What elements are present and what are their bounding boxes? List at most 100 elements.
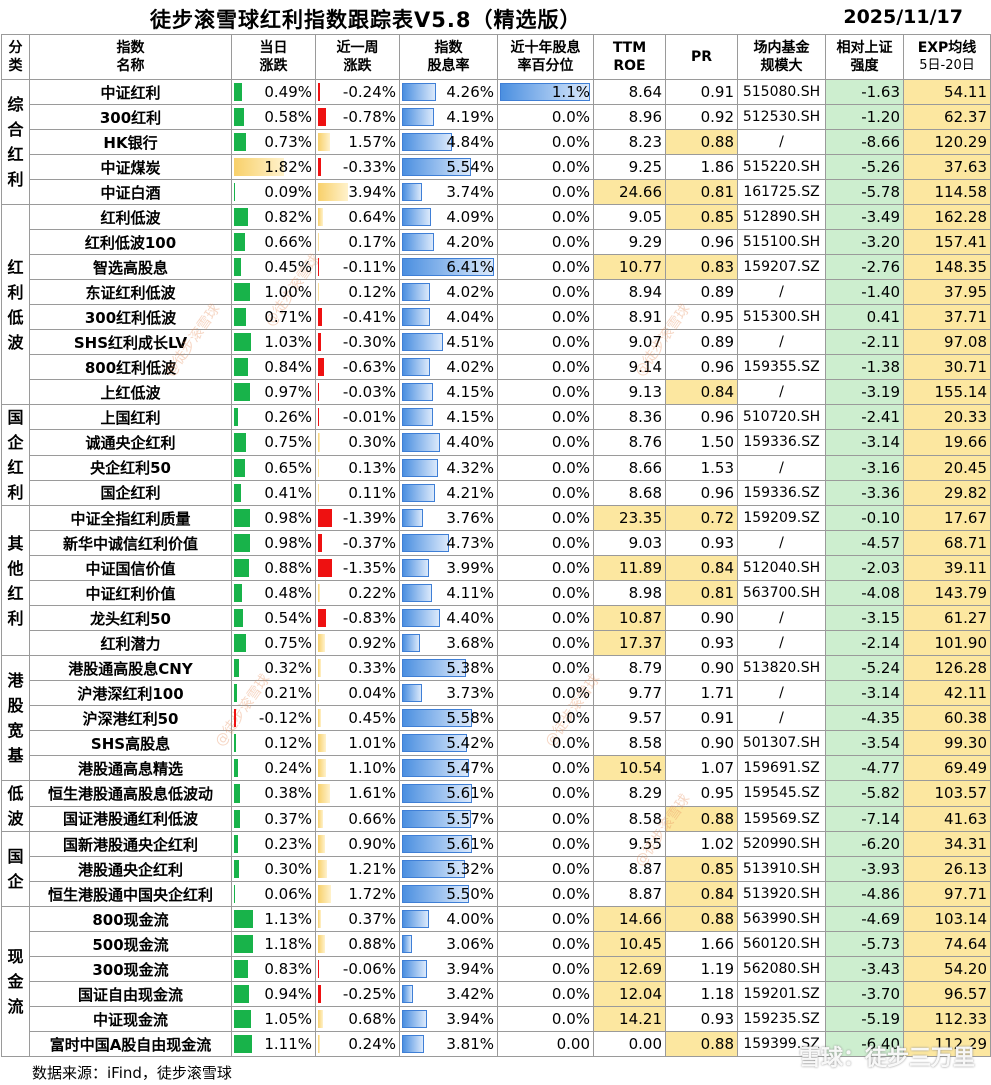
week-change: 0.22% <box>315 580 400 606</box>
day-change: 0.49% <box>231 79 316 105</box>
ttm-roe: 8.64 <box>593 79 666 105</box>
exp-ma: 30.71 <box>903 354 991 380</box>
fund-code: / <box>737 680 826 706</box>
yield-percentile: 0.0% <box>497 254 594 280</box>
index-name: 沪深港红利50 <box>29 705 232 731</box>
col-yield-percentile-header: 近十年股息 率百分位 <box>497 34 594 80</box>
relative-strength: -3.93 <box>825 856 904 882</box>
fund-code: 159691.SZ <box>737 755 826 781</box>
yield-percentile: 0.0% <box>497 856 594 882</box>
day-change: 0.75% <box>231 630 316 656</box>
week-change: 1.61% <box>315 780 400 807</box>
week-change: -0.01% <box>315 403 400 431</box>
ttm-roe: 8.58 <box>593 805 666 832</box>
index-name: 港股通高股息CNY <box>29 655 232 681</box>
table-row: 恒生港股通中国央企红利 0.06% 1.72% 5.50% 0.0% 8.87 0.84 51… <box>2 881 991 907</box>
index-name: 恒生港股通高股息低波动 <box>29 780 232 807</box>
col-roe-header: TTM ROE <box>593 34 666 80</box>
index-name: SHS高股息 <box>29 730 232 756</box>
page-title: 徒步滚雪球红利指数跟踪表V5.8（精选版） <box>150 8 582 32</box>
ttm-roe: 9.05 <box>593 204 666 230</box>
yield-percentile: 0.0% <box>497 555 594 581</box>
exp-ma: 37.63 <box>903 154 991 180</box>
exp-ma: 96.57 <box>903 981 991 1007</box>
relative-strength: -7.14 <box>825 805 904 832</box>
yield-percentile: 0.00 <box>497 1031 594 1057</box>
table-row: 红利低波 红利低波 0.82% 0.64% 4.09% 0.0% 9.05 0.85 51289… <box>1 204 991 405</box>
index-name: 红利低波 <box>29 204 232 230</box>
ttm-roe: 10.45 <box>593 931 666 957</box>
fund-code: 159336.SZ <box>737 429 826 456</box>
exp-ma: 20.33 <box>903 403 991 431</box>
fund-code: 159207.SZ <box>737 254 826 280</box>
day-change: 1.03% <box>231 329 316 355</box>
category-label: 其他红利 <box>1 505 30 656</box>
dividend-yield: 4.00% <box>399 906 498 932</box>
pr-value: 0.96 <box>665 479 738 507</box>
table-row: 国证港股通红利低波 0.37% 0.66% 5.57% 0.0% 8.58 0.88 1595… <box>2 805 991 832</box>
week-change: 0.30% <box>315 429 400 456</box>
tracker-table: 分类 指数 名称 当日 涨跌 近一周 涨跌 指数 股息率 近十年股息 率百分位 TTM RO… <box>1 34 991 1057</box>
week-change: 1.72% <box>315 881 400 907</box>
day-change: 0.38% <box>231 780 316 807</box>
dividend-yield: 4.21% <box>399 479 498 507</box>
index-name: 龙头红利50 <box>29 605 232 631</box>
category-label: 港股宽基 <box>1 655 30 781</box>
exp-ma: 68.71 <box>903 530 991 556</box>
exp-ma: 69.49 <box>903 755 991 781</box>
pr-value: 0.88 <box>665 129 738 155</box>
week-change: -0.11% <box>315 254 400 280</box>
dividend-yield: 4.26% <box>399 79 498 105</box>
yield-percentile: 0.0% <box>497 104 594 130</box>
fund-code: 501307.SH <box>737 730 826 756</box>
table-row: 中证白酒 0.09% 3.94% 3.74% 0.0% 24.66 0.81 161725.S… <box>2 179 991 205</box>
week-change: -0.33% <box>315 154 400 180</box>
yield-percentile: 0.0% <box>497 956 594 982</box>
fund-code: / <box>737 454 826 481</box>
fund-code: 515300.SH <box>737 304 826 330</box>
day-change: 0.06% <box>231 881 316 907</box>
dividend-index-tracker: 徒步滚雪球红利指数跟踪表V5.8（精选版） 2025/11/17 分类 指数 名称… <box>0 0 991 1085</box>
yield-percentile: 0.0% <box>497 304 594 330</box>
table-row: 500现金流 1.18% 0.88% 3.06% 0.0% 10.45 1.66 560120… <box>2 931 991 957</box>
day-change: 0.94% <box>231 981 316 1007</box>
category-label: 国企红利 <box>1 404 30 506</box>
index-name: 300现金流 <box>29 956 232 982</box>
yield-percentile: 0.0% <box>497 630 594 656</box>
ttm-roe: 9.13 <box>593 379 666 405</box>
week-change: 0.37% <box>315 906 400 932</box>
fund-code: 562080.SH <box>737 956 826 982</box>
yield-percentile: 0.0% <box>497 129 594 155</box>
dividend-yield: 6.41% <box>399 254 498 280</box>
table-row: HK银行 0.73% 1.57% 4.84% 0.0% 8.23 0.88/-8.66 120… <box>2 129 991 155</box>
day-change: 0.09% <box>231 179 316 205</box>
week-change: 0.17% <box>315 229 400 255</box>
ttm-roe: 8.98 <box>593 580 666 606</box>
exp-ma: 39.11 <box>903 555 991 581</box>
table-row: 东证红利低波 1.00% 0.12% 4.02% 0.0% 8.94 0.89/-1.40 3… <box>2 279 991 305</box>
dividend-yield: 5.42% <box>399 730 498 756</box>
ttm-roe: 8.66 <box>593 454 666 481</box>
relative-strength: -4.69 <box>825 906 904 932</box>
exp-ma: 148.35 <box>903 254 991 280</box>
relative-strength: -5.73 <box>825 931 904 957</box>
day-change: 0.24% <box>231 755 316 781</box>
index-name: HK银行 <box>29 129 232 155</box>
xueqiu-logo-watermark: 雪球：徒步三万里 <box>798 1046 975 1071</box>
relative-strength: -2.14 <box>825 630 904 656</box>
pr-value: 0.88 <box>665 805 738 832</box>
ttm-roe: 9.07 <box>593 329 666 355</box>
yield-percentile: 0.0% <box>497 154 594 180</box>
index-name: SHS红利成长LV <box>29 329 232 355</box>
table-row: 300现金流 0.83% -0.06% 3.94% 0.0% 12.69 1.19 56208… <box>2 956 991 982</box>
dividend-yield: 4.04% <box>399 304 498 330</box>
dividend-yield: 4.15% <box>399 403 498 431</box>
fund-code: 515220.SH <box>737 154 826 180</box>
index-name: 东证红利低波 <box>29 279 232 305</box>
fund-code: 159235.SZ <box>737 1006 826 1032</box>
exp-ma: 37.71 <box>903 304 991 330</box>
relative-strength: -8.66 <box>825 129 904 155</box>
table-row: 新华中诚信红利价值 0.98% -0.37% 4.73% 0.0% 9.03 0.93/-4… <box>2 530 991 556</box>
relative-strength: -3.19 <box>825 379 904 405</box>
fund-code: 520990.SH <box>737 831 826 857</box>
